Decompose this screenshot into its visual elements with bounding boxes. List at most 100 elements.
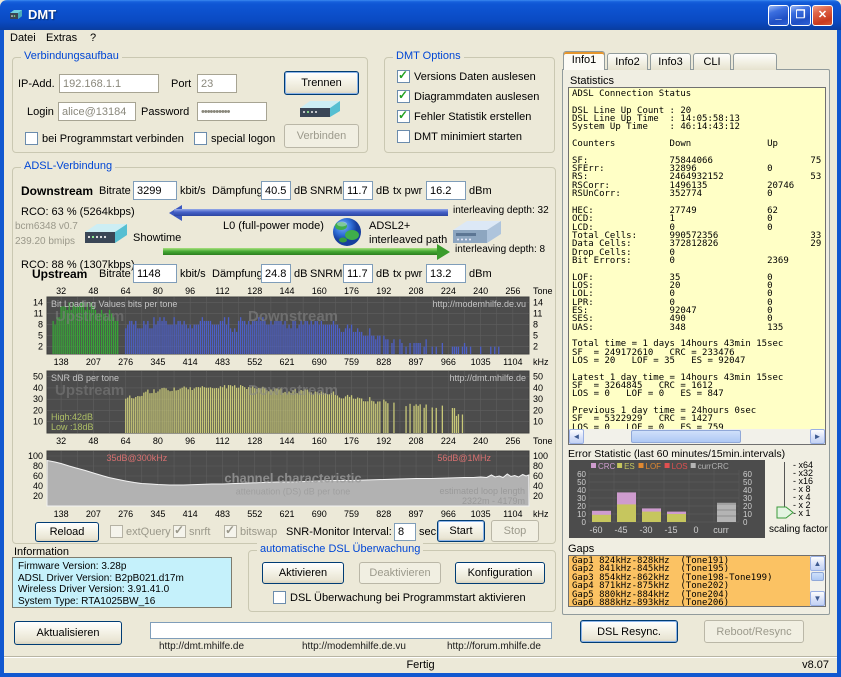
us-snrm-unit: dB [376,268,389,280]
svg-text:414: 414 [183,509,198,519]
adsl-group: ADSL-Verbindung Downstream Bitrate kbit/… [12,167,556,544]
link-dmt-mhilfe[interactable]: http://dmt.mhilfe.de [159,641,244,652]
svg-text:20: 20 [33,405,43,415]
svg-text:208: 208 [409,436,424,446]
password-input[interactable] [197,102,267,121]
disconnect-button[interactable]: Trennen [284,71,359,95]
ip-input[interactable] [59,74,159,93]
statistics-hscroll-thumb[interactable] [631,430,741,443]
special-logon-checkbox[interactable] [194,132,207,145]
svg-text:897: 897 [409,357,424,367]
svg-text:10: 10 [533,417,543,427]
start-button[interactable]: Start [437,520,485,542]
status-field[interactable] [150,622,552,639]
link-forum-mhilfe[interactable]: http://forum.mhilfe.de [447,641,541,652]
svg-text:30: 30 [533,394,543,404]
minimize-button[interactable]: _ [768,5,789,26]
scroll-left-arrow-icon[interactable]: ◄ [569,429,584,444]
stop-button[interactable]: Stop [491,520,539,542]
svg-text:112: 112 [215,286,229,296]
close-button[interactable]: ✕ [812,5,833,26]
app-icon [8,7,24,23]
port-input[interactable] [197,74,237,93]
fehler-checkbox[interactable] [397,110,410,123]
svg-text:30: 30 [577,494,586,503]
svg-text:0: 0 [693,525,698,535]
scaling-slider-pointer[interactable] [775,506,795,519]
reboot-resync-button[interactable]: Reboot/Resync [704,620,804,643]
password-label: Password [141,106,189,118]
scroll-up-arrow-icon[interactable]: ▲ [810,556,825,571]
versions-checkbox-label: Versions Daten auslesen [414,71,536,83]
ds-txpwr-field[interactable] [426,181,466,200]
us-txpwr-field[interactable] [426,264,466,283]
svg-text:Downstream: Downstream [248,382,338,399]
maximize-button[interactable]: ❐ [790,5,811,26]
svg-text:96: 96 [185,436,195,446]
path-label: interleaved path [369,234,447,246]
svg-text:8: 8 [533,320,538,330]
refresh-button[interactable]: Aktualisieren [14,621,122,645]
svg-text:50: 50 [577,478,586,487]
menu-extras[interactable]: Extras [46,32,77,44]
snrft-checkbox[interactable] [173,525,186,538]
svg-text:50: 50 [743,478,752,487]
reload-button[interactable]: Reload [35,522,99,542]
svg-text:80: 80 [533,461,543,471]
interval-label: SNR-Monitor Interval: [286,526,392,538]
deactivate-button[interactable]: Deaktivieren [359,562,441,584]
us-att-field[interactable] [261,264,291,283]
svg-text:0: 0 [582,518,587,527]
ds-snrm-field[interactable] [343,181,373,200]
showtime-label: Showtime [133,232,181,244]
bit-loading-chart: 1414111188552232486480961121281441601761… [13,285,557,367]
versions-checkbox[interactable] [397,70,410,83]
tab-blank[interactable] [733,53,777,70]
svg-text:LOS: LOS [672,462,688,471]
svg-text:240: 240 [473,286,488,296]
interval-field[interactable] [394,523,416,541]
extquery-checkbox[interactable] [110,525,123,538]
svg-text:20: 20 [577,502,586,511]
scaling-factor-control: - x64- x32- x16- x 8- x 4- x 2- x 1 scal… [769,460,829,540]
svg-text:1104: 1104 [503,509,522,519]
tab-info1[interactable]: Info1 [563,51,605,70]
activate-button[interactable]: Aktivieren [262,562,344,584]
tab-info2[interactable]: Info2 [607,53,648,70]
svg-text:345: 345 [150,509,165,519]
svg-text:5: 5 [533,331,538,341]
configuration-button[interactable]: Konfiguration [455,562,545,584]
special-logon-checkbox-label: special logon [211,133,275,145]
menu-datei[interactable]: Datei [10,32,36,44]
ds-att-field[interactable] [261,181,291,200]
title-bar[interactable]: DMT _ ❐ ✕ [0,0,841,30]
login-input[interactable] [58,102,136,121]
svg-text:112: 112 [215,436,229,446]
tab-info3[interactable]: Info3 [650,53,691,70]
svg-text:759: 759 [344,509,359,519]
dmt-window: DMT _ ❐ ✕ Datei Extras ? Verbindungsaufb… [0,0,841,677]
gaps-vscroll-thumb[interactable] [811,572,824,581]
scroll-down-arrow-icon[interactable]: ▼ [810,591,825,606]
autostart-checkbox[interactable] [25,132,38,145]
ds-bitrate-field[interactable] [133,181,177,200]
svg-text:690: 690 [312,509,327,519]
us-snrm-field[interactable] [343,264,373,283]
svg-text:138: 138 [54,509,69,519]
diagramm-checkbox-label: Diagrammdaten auslesen [414,91,539,103]
diagramm-checkbox[interactable] [397,90,410,103]
us-bitrate-field[interactable] [133,264,177,283]
menu-help[interactable]: ? [90,32,96,44]
status-text: Fertig [4,659,837,671]
svg-text:621: 621 [279,509,294,519]
scroll-right-arrow-icon[interactable]: ► [810,429,825,444]
svg-text:-30: -30 [639,525,652,535]
connect-button[interactable]: Verbinden [284,124,359,148]
dsl-resync-button[interactable]: DSL Resync. [580,620,678,643]
scaling-tick-x1[interactable]: - x 1 [793,508,811,518]
link-modemhilfe[interactable]: http://modemhilfe.de.vu [302,641,406,652]
monitoring-autostart-checkbox[interactable] [273,591,286,604]
minimiert-checkbox[interactable] [397,130,410,143]
bitswap-checkbox[interactable] [224,525,237,538]
tab-cli[interactable]: CLI [693,53,731,70]
